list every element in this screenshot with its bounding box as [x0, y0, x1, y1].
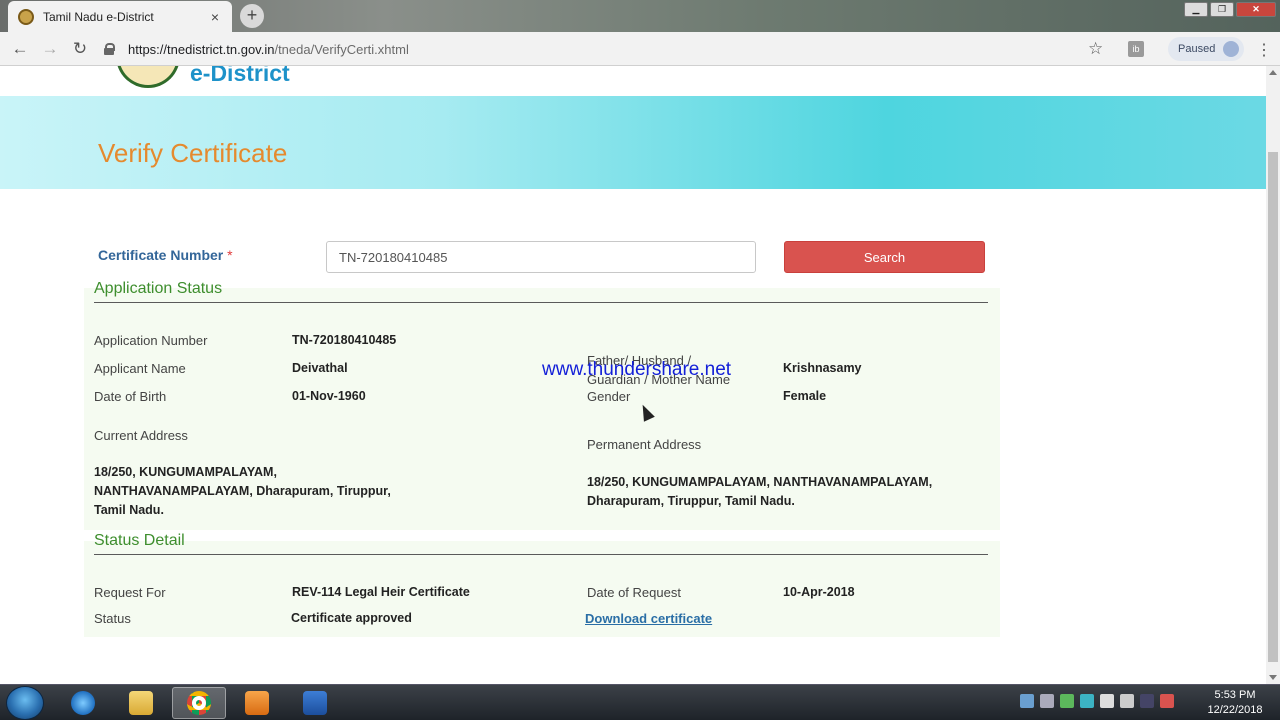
- windows-start-button[interactable]: [6, 686, 44, 720]
- taskbar-chrome[interactable]: [172, 687, 226, 719]
- site-brand: e-District: [190, 66, 290, 86]
- site-favicon-icon: [18, 8, 34, 25]
- current-address-line-2: NANTHAVANAMPALAYAM, Dharapuram, Tiruppur…: [94, 484, 391, 498]
- back-arrow-icon[interactable]: ←: [10, 39, 30, 59]
- window-controls: ▁ ❐ ✕: [1184, 2, 1276, 17]
- application-number-label: Application Number: [94, 333, 208, 348]
- taskbar-clock[interactable]: 5:53 PM 12/22/2018: [1200, 688, 1270, 718]
- activity-tray-icon[interactable]: [1060, 694, 1074, 708]
- browser-toolbar: ← → ↻ https://tnedistrict.tn.gov.in/tned…: [0, 32, 1280, 66]
- status-detail-divider: [94, 554, 988, 555]
- media-player-icon: [245, 691, 269, 715]
- clock-time: 5:53 PM: [1214, 689, 1256, 701]
- permanent-address-value: 18/250, KUNGUMAMPALAYAM, NANTHAVANAMPALA…: [587, 473, 932, 511]
- minimize-button[interactable]: ▁: [1184, 2, 1208, 17]
- request-for-value: REV-114 Legal Heir Certificate: [292, 585, 470, 599]
- date-of-request-label: Date of Request: [587, 585, 681, 600]
- chrome-icon: [187, 691, 211, 715]
- system-tray: [1020, 694, 1174, 708]
- date-of-birth-label: Date of Birth: [94, 389, 167, 404]
- extension-icon[interactable]: ib: [1128, 41, 1144, 57]
- tab-close-icon[interactable]: ×: [208, 9, 222, 25]
- browser-titlebar: Tamil Nadu e-District × + ▁ ❐ ✕: [0, 0, 1280, 32]
- url-text: https://tnedistrict.tn.gov.in/tneda/Veri…: [128, 42, 409, 57]
- application-status-heading: Application Status: [94, 280, 223, 297]
- current-address-line-1: 18/250, KUNGUMAMPALAYAM,: [94, 465, 277, 479]
- internet-explorer-icon: [71, 691, 95, 715]
- application-number-value: TN-720180410485: [292, 333, 397, 347]
- close-window-button[interactable]: ✕: [1236, 2, 1276, 17]
- folder-icon: [129, 691, 153, 715]
- taskbar-internet-explorer[interactable]: [56, 687, 110, 719]
- page-scrollbar[interactable]: [1266, 66, 1280, 684]
- page-viewport: e-District Verify Certificate Certificat…: [0, 66, 1266, 684]
- browser-menu-icon[interactable]: ⋮: [1256, 40, 1272, 60]
- certificate-number-input[interactable]: [326, 241, 756, 273]
- browser-tray-icon[interactable]: [1080, 694, 1094, 708]
- windows-taskbar: 5:53 PM 12/22/2018: [0, 684, 1280, 720]
- guardian-name-value: Krishnasamy: [783, 361, 862, 375]
- request-for-label: Request For: [94, 585, 166, 600]
- permanent-address-line-1: 18/250, KUNGUMAMPALAYAM, NANTHAVANAMPALA…: [587, 475, 933, 489]
- flag-icon[interactable]: [1160, 694, 1174, 708]
- lock-icon: [104, 43, 115, 55]
- word-icon: [303, 691, 327, 715]
- battery-icon[interactable]: [1140, 694, 1154, 708]
- date-of-request-value: 10-Apr-2018: [783, 585, 855, 599]
- scrollbar-thumb[interactable]: [1268, 152, 1278, 662]
- profile-status-label: Paused: [1178, 43, 1216, 55]
- url-host: https://tnedistrict.tn.gov.in: [128, 41, 275, 57]
- browser-tab[interactable]: Tamil Nadu e-District ×: [8, 1, 232, 32]
- forward-arrow-icon[interactable]: →: [40, 39, 60, 59]
- status-value: Certificate approved: [291, 611, 412, 625]
- taskbar-media-player[interactable]: [230, 687, 284, 719]
- permanent-address-label: Permanent Address: [587, 437, 702, 452]
- signal-tray-icon[interactable]: [1100, 694, 1114, 708]
- permanent-address-line-2: Dharapuram, Tiruppur, Tamil Nadu.: [587, 494, 795, 508]
- gender-value: Female: [783, 389, 827, 403]
- status-detail-heading: Status Detail: [94, 532, 185, 549]
- current-address-label: Current Address: [94, 428, 188, 443]
- date-of-birth-value: 01-Nov-1960: [292, 389, 366, 403]
- tab-title: Tamil Nadu e-District: [43, 9, 154, 24]
- taskbar-word[interactable]: [288, 687, 342, 719]
- bookmark-star-icon[interactable]: ☆: [1088, 39, 1103, 59]
- required-asterisk: *: [227, 247, 233, 263]
- restore-button[interactable]: ❐: [1210, 2, 1234, 17]
- applicant-name-label: Applicant Name: [94, 361, 186, 376]
- clock-date: 12/22/2018: [1207, 704, 1263, 716]
- search-button[interactable]: Search: [784, 241, 985, 273]
- profile-avatar-icon: [1223, 41, 1240, 57]
- address-bar[interactable]: https://tnedistrict.tn.gov.in/tneda/Veri…: [104, 37, 1116, 61]
- current-address-value: 18/250, KUNGUMAMPALAYAM, NANTHAVANAMPALA…: [94, 463, 391, 520]
- page-banner: Verify Certificate: [0, 96, 1266, 189]
- camera-tray-icon[interactable]: [1020, 694, 1034, 708]
- taskbar-file-explorer[interactable]: [114, 687, 168, 719]
- volume-icon[interactable]: [1120, 694, 1134, 708]
- certificate-number-label: Certificate Number *: [98, 247, 233, 263]
- watermark-text: www.thundershare.net: [542, 359, 732, 380]
- certificate-number-label-text: Certificate Number: [98, 247, 224, 263]
- tn-emblem-logo: [116, 66, 180, 88]
- network-tray-icon[interactable]: [1040, 694, 1054, 708]
- application-status-divider: [94, 302, 988, 303]
- status-detail-panel: [84, 541, 1000, 637]
- current-address-line-3: Tamil Nadu.: [94, 503, 164, 517]
- download-certificate-link[interactable]: Download certificate: [585, 611, 712, 626]
- profile-sync-button[interactable]: Paused: [1168, 37, 1244, 61]
- page-title: Verify Certificate: [98, 138, 288, 168]
- url-path: /tneda/VerifyCerti.xhtml: [274, 41, 409, 57]
- new-tab-button[interactable]: +: [240, 4, 264, 28]
- status-label: Status: [94, 611, 131, 626]
- gender-label: Gender: [587, 389, 631, 404]
- applicant-name-value: Deivathal: [292, 361, 348, 375]
- scroll-up-arrow-icon[interactable]: [1269, 70, 1277, 75]
- scroll-down-arrow-icon[interactable]: [1269, 675, 1277, 680]
- reload-icon[interactable]: ↻: [70, 39, 90, 59]
